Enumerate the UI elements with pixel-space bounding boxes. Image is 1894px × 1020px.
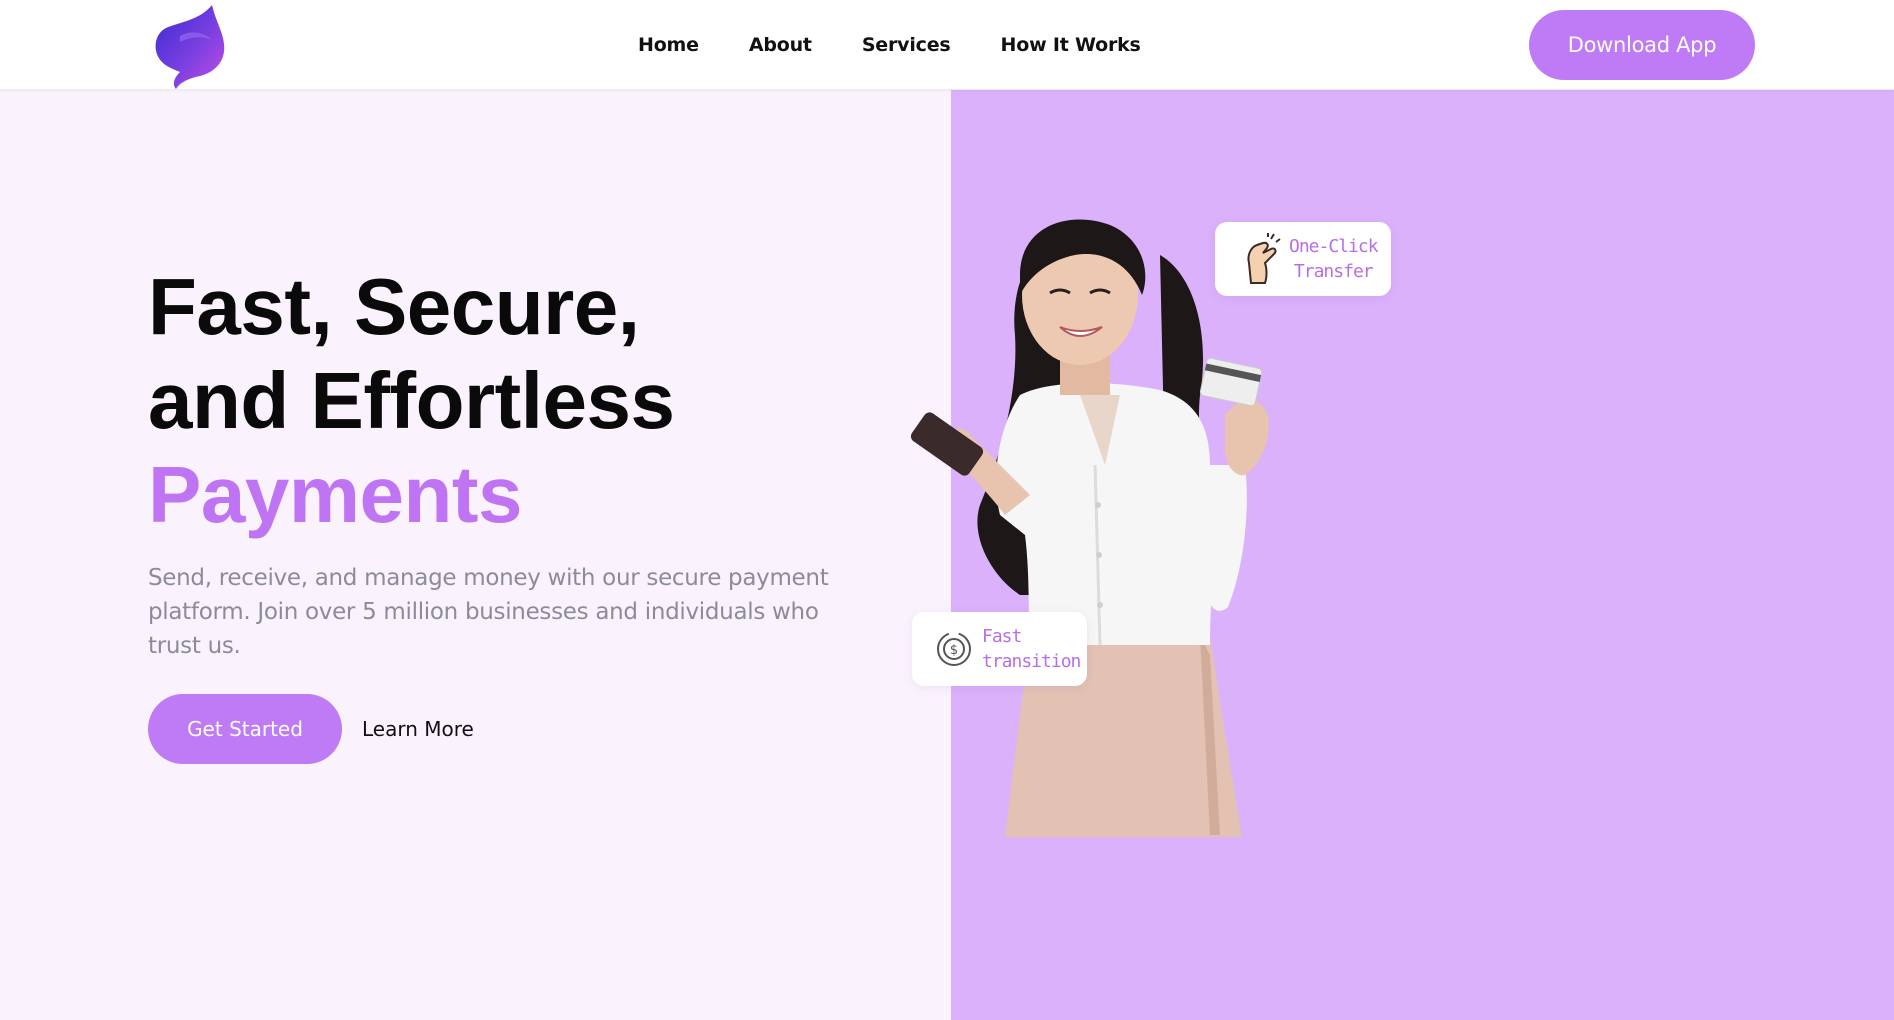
one-click-line-2: Transfer — [1293, 261, 1374, 282]
svg-text:$: $ — [950, 643, 958, 658]
download-app-button[interactable]: Download App — [1529, 10, 1755, 80]
site-header: Home About Services How It Works Downloa… — [0, 0, 1894, 90]
fast-line-1: Fast — [982, 626, 1022, 647]
nav-home[interactable]: Home — [638, 30, 699, 60]
fast-line-2: transition — [982, 651, 1081, 672]
hero-headline: Fast, Secure, and Effortless Payments — [148, 260, 848, 542]
hero-left-panel — [0, 90, 951, 1020]
hero-person-image — [910, 215, 1370, 845]
swiftpay-flame-logo-icon — [155, 5, 225, 89]
one-click-transfer-text: One-Click Transfer — [1289, 234, 1379, 284]
hero-description: Send, receive, and manage money with our… — [148, 565, 829, 659]
main-nav: Home About Services How It Works — [638, 30, 1191, 60]
headline-accent: Payments — [148, 450, 522, 539]
nav-how-it-works[interactable]: How It Works — [1001, 30, 1141, 60]
headline-line-2: and Effortless — [148, 356, 675, 445]
logo[interactable] — [150, 2, 230, 90]
get-started-button[interactable]: Get Started — [148, 694, 342, 764]
hand-snap-icon — [1241, 233, 1281, 285]
learn-more-link[interactable]: Learn More — [362, 712, 474, 746]
headline-line-1: Fast, Secure, — [148, 262, 640, 351]
nav-services[interactable]: Services — [862, 30, 951, 60]
fast-transition-badge: $ Fast transition — [912, 612, 1087, 686]
fast-transition-text: Fast transition — [982, 624, 1081, 674]
dollar-exchange-icon: $ — [934, 629, 974, 669]
nav-about[interactable]: About — [749, 30, 812, 60]
one-click-line-1: One-Click — [1289, 236, 1379, 257]
one-click-transfer-badge: One-Click Transfer — [1215, 222, 1391, 296]
